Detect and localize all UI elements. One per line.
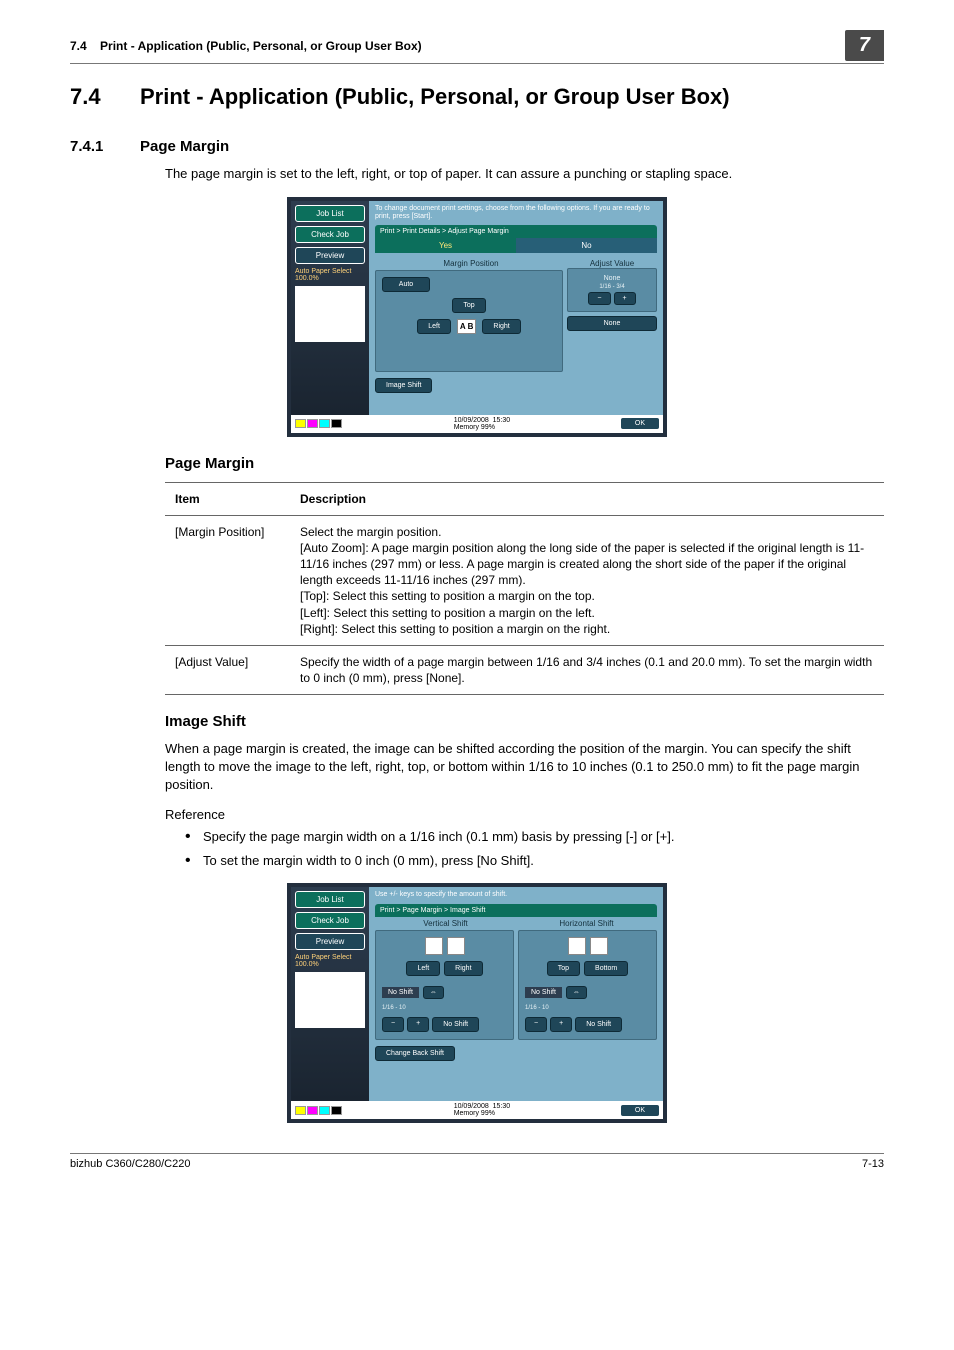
preview-button[interactable]: Preview xyxy=(295,247,365,264)
ab-icon: A B xyxy=(457,319,476,334)
status-time: 15:30 xyxy=(493,417,511,424)
shift-diagram-icon xyxy=(568,937,586,955)
instruction-text: Use +/- keys to specify the amount of sh… xyxy=(375,891,657,899)
list-item: To set the margin width to 0 inch (0 mm)… xyxy=(185,852,884,870)
ok-button[interactable]: OK xyxy=(621,418,659,429)
table-heading: Page Margin xyxy=(165,455,884,472)
no-shift-button[interactable]: No Shift xyxy=(575,1017,622,1032)
yes-tab[interactable]: Yes xyxy=(375,238,516,253)
top-button[interactable]: Top xyxy=(452,298,485,313)
no-tab[interactable]: No xyxy=(516,238,657,253)
footer-model: bizhub C360/C280/C220 xyxy=(70,1158,190,1170)
chapter-badge: 7 xyxy=(845,30,884,61)
image-shift-heading: Image Shift xyxy=(165,713,884,730)
body-text: When a page margin is created, the image… xyxy=(165,740,884,793)
adj-none-label: None xyxy=(574,275,650,282)
plus-button[interactable]: + xyxy=(550,1017,572,1032)
job-list-button[interactable]: Job List xyxy=(295,205,365,222)
header-num: 7.4 xyxy=(70,39,87,53)
right-button[interactable]: Right xyxy=(444,961,482,976)
instruction-text: To change document print settings, choos… xyxy=(375,205,657,222)
left-button[interactable]: Left xyxy=(417,319,451,334)
shift-range: 1/16 - 10 xyxy=(525,1005,650,1011)
status-memory: Memory 99% xyxy=(454,1110,495,1117)
left-button[interactable]: Left xyxy=(406,961,440,976)
check-job-button[interactable]: Check Job xyxy=(295,912,365,929)
toner-indicators xyxy=(295,1106,343,1115)
plus-button[interactable]: + xyxy=(614,292,636,305)
auto-button[interactable]: Auto xyxy=(382,277,430,292)
footer-page: 7-13 xyxy=(862,1158,884,1170)
right-button[interactable]: Right xyxy=(482,319,520,334)
status-memory: Memory 99% xyxy=(454,424,495,431)
table-row: [Adjust Value] xyxy=(165,646,290,695)
minus-button[interactable]: − xyxy=(525,1017,547,1032)
col-vertical: Vertical Shift xyxy=(375,919,516,928)
preview-thumbnail xyxy=(295,972,365,1028)
col-adjust-value: Adjust Value xyxy=(567,259,657,268)
bottom-button[interactable]: Bottom xyxy=(584,961,628,976)
status-date: 10/09/2008 xyxy=(454,417,489,424)
adj-range: 1/16 - 3/4 xyxy=(574,284,650,290)
status-date: 10/09/2008 xyxy=(454,1103,489,1110)
table-row: Select the margin position. [Auto Zoom]:… xyxy=(290,515,884,645)
shift-diagram-icon xyxy=(590,937,608,955)
list-item: Specify the page margin width on a 1/16 … xyxy=(185,828,884,846)
th-item: Item xyxy=(165,482,290,515)
subsection-title: 7.4.1Page Margin xyxy=(70,138,884,155)
screenshot-image-shift: Job List Check Job Preview Auto Paper Se… xyxy=(287,883,667,1123)
minus-button[interactable]: − xyxy=(382,1017,404,1032)
none-button[interactable]: None xyxy=(567,316,657,331)
page-title: 7.4Print - Application (Public, Personal… xyxy=(70,84,884,110)
shift-diagram-icon xyxy=(447,937,465,955)
reference-label: Reference xyxy=(165,807,884,822)
body-text: The page margin is set to the left, righ… xyxy=(165,165,884,183)
header-title: Print - Application (Public, Personal, o… xyxy=(100,39,422,53)
col-margin-position: Margin Position xyxy=(375,259,567,268)
check-job-button[interactable]: Check Job xyxy=(295,226,365,243)
job-list-button[interactable]: Job List xyxy=(295,891,365,908)
th-desc: Description xyxy=(290,482,884,515)
preview-thumbnail xyxy=(295,286,365,342)
image-shift-button[interactable]: Image Shift xyxy=(375,378,432,393)
swap-icon[interactable]: ⇔ xyxy=(566,986,587,999)
noshift-display: No Shift xyxy=(525,987,562,998)
toner-indicators xyxy=(295,419,343,428)
minus-button[interactable]: − xyxy=(588,292,610,305)
plus-button[interactable]: + xyxy=(407,1017,429,1032)
preview-button[interactable]: Preview xyxy=(295,933,365,950)
table-row: Specify the width of a page margin betwe… xyxy=(290,646,884,695)
change-back-shift-button[interactable]: Change Back Shift xyxy=(375,1046,455,1061)
swap-icon[interactable]: ⇔ xyxy=(423,986,444,999)
noshift-display: No Shift xyxy=(382,987,419,998)
col-horizontal: Horizontal Shift xyxy=(516,919,657,928)
page-margin-table: ItemDescription [Margin Position]Select … xyxy=(165,482,884,696)
auto-paper-label: Auto Paper Select 100.0% xyxy=(295,954,365,968)
table-row: [Margin Position] xyxy=(165,515,290,645)
status-time: 15:30 xyxy=(493,1103,511,1110)
breadcrumb-bar: Print > Page Margin > Image Shift xyxy=(375,904,657,917)
no-shift-button[interactable]: No Shift xyxy=(432,1017,479,1032)
breadcrumb-bar: Print > Print Details > Adjust Page Marg… xyxy=(375,225,657,238)
shift-diagram-icon xyxy=(425,937,443,955)
top-button[interactable]: Top xyxy=(547,961,580,976)
ok-button[interactable]: OK xyxy=(621,1105,659,1116)
shift-range: 1/16 - 10 xyxy=(382,1005,507,1011)
screenshot-page-margin: Job List Check Job Preview Auto Paper Se… xyxy=(287,197,667,437)
auto-paper-label: Auto Paper Select 100.0% xyxy=(295,268,365,282)
